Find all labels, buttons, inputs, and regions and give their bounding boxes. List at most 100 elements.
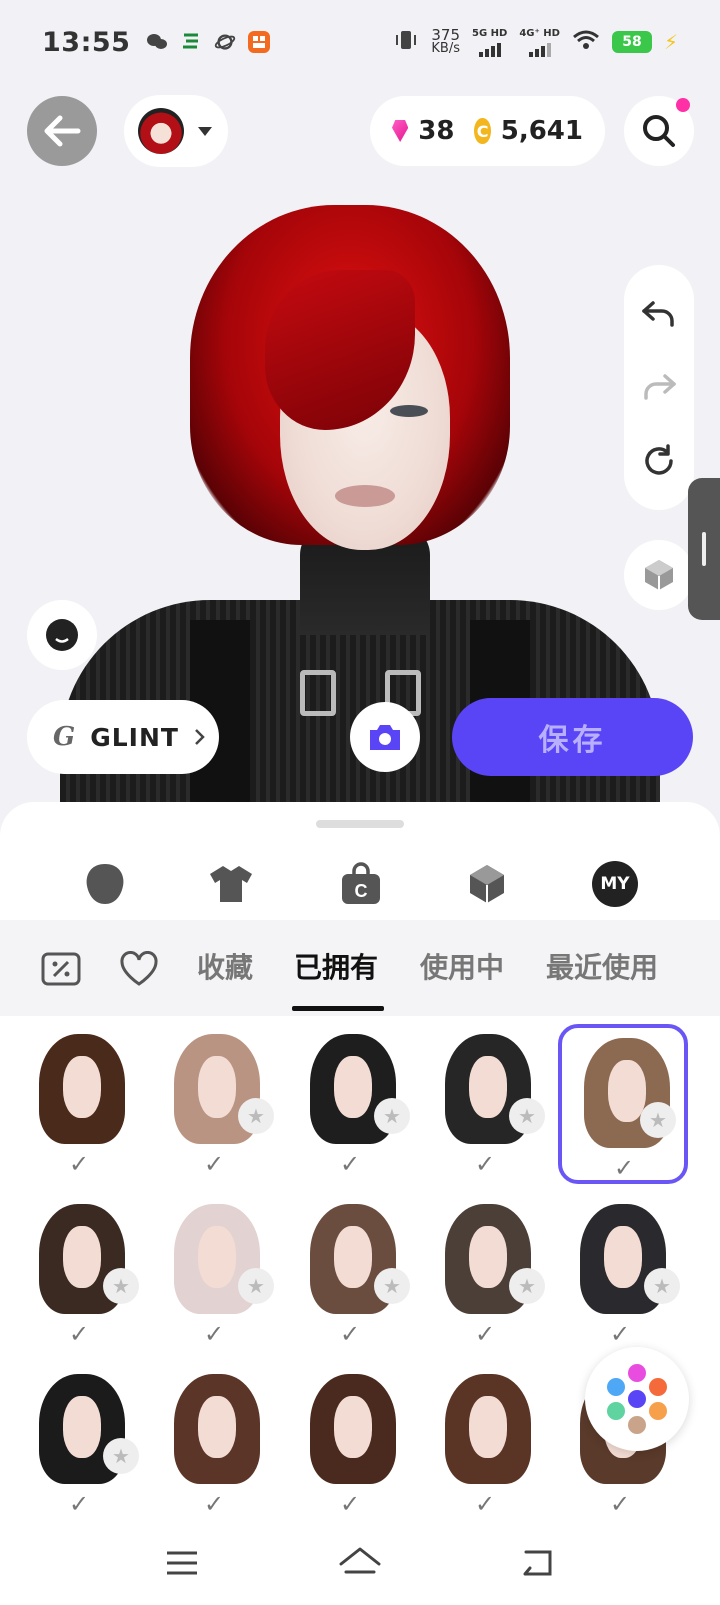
planet-app-icon [214, 31, 236, 53]
hair-thumbnail [39, 1034, 125, 1144]
favorite-star-icon[interactable]: ★ [238, 1098, 274, 1134]
home-button[interactable] [336, 1539, 384, 1587]
face-view-button[interactable] [27, 600, 97, 670]
mannequin-face [63, 1396, 101, 1458]
video-app-icon [248, 31, 271, 53]
save-button[interactable]: 保存 [452, 698, 693, 776]
favorite-star-icon[interactable]: ★ [509, 1268, 545, 1304]
tab-favorites[interactable]: 收藏 [197, 946, 253, 996]
hair-item[interactable]: ★ ✓ [558, 1024, 688, 1184]
tab-my[interactable]: MY [585, 854, 645, 914]
owned-check-icon: ✓ [614, 1154, 635, 1182]
hair-item[interactable]: ★ ✓ [152, 1024, 282, 1184]
chevron-right-icon [195, 729, 205, 745]
hair-item[interactable]: ★ ✓ [423, 1194, 553, 1354]
tab-recent[interactable]: 最近使用 [546, 946, 658, 996]
tab-3d[interactable] [457, 854, 517, 914]
hair-item[interactable]: ★ ✓ [288, 1024, 418, 1184]
hair-item[interactable]: ★ ✓ [423, 1024, 553, 1184]
tab-shop[interactable]: C [331, 854, 391, 914]
notification-dot [676, 98, 690, 112]
owned-check-icon: ✓ [69, 1490, 90, 1518]
mannequin-face [198, 1056, 236, 1118]
owned-check-icon: ✓ [340, 1150, 361, 1178]
side-drawer-handle[interactable] [688, 478, 720, 620]
owned-check-icon: ✓ [475, 1490, 496, 1518]
mannequin-face [469, 1226, 507, 1288]
status-time: 13:55 [42, 26, 131, 58]
currency-balance[interactable]: 38 C 5,641 [370, 96, 605, 166]
filter-like[interactable] [116, 946, 162, 992]
mannequin-face [198, 1396, 236, 1458]
avatar-switcher[interactable] [124, 95, 228, 167]
back-nav-button[interactable] [514, 1539, 562, 1587]
sim1-signal: 5G HD [472, 28, 507, 57]
hair-item[interactable]: ★ ✓ [17, 1364, 147, 1524]
owned-check-icon: ✓ [204, 1490, 225, 1518]
favorite-star-icon[interactable]: ★ [374, 1268, 410, 1304]
redo-icon [644, 374, 676, 401]
favorite-star-icon[interactable]: ★ [103, 1268, 139, 1304]
favorite-star-icon[interactable]: ★ [640, 1102, 676, 1138]
cube-icon [470, 865, 504, 903]
hair-item[interactable]: ✓ [17, 1024, 147, 1184]
favorite-star-icon[interactable]: ★ [238, 1268, 274, 1304]
favorite-star-icon[interactable]: ★ [644, 1268, 680, 1304]
mannequin-face [334, 1396, 372, 1458]
owned-check-icon: ✓ [204, 1320, 225, 1348]
back-button[interactable] [27, 96, 97, 166]
filter-discount[interactable] [38, 946, 84, 992]
hair-item[interactable]: ✓ [423, 1364, 553, 1524]
bag-icon: C [342, 862, 380, 904]
favorite-star-icon[interactable]: ★ [103, 1438, 139, 1474]
avatar [138, 108, 184, 154]
filter-bar: 收藏 已拥有 使用中 最近使用 [0, 920, 720, 1016]
hair-item[interactable]: ★ ✓ [288, 1194, 418, 1354]
tab-clothes[interactable] [201, 854, 261, 914]
view-3d-button[interactable] [624, 540, 694, 610]
return-icon [523, 1550, 552, 1575]
cube-icon [645, 560, 673, 590]
hair-thumbnail [445, 1374, 531, 1484]
gem-count: 38 [418, 116, 455, 146]
hair-item[interactable]: ★ ✓ [152, 1194, 282, 1354]
owned-check-icon: ✓ [475, 1320, 496, 1348]
tab-owned[interactable]: 已拥有 [294, 946, 378, 996]
hair-item[interactable]: ✓ [288, 1364, 418, 1524]
undo-icon [642, 301, 674, 327]
net-speed: 375 KB/s [431, 28, 460, 56]
wifi-icon [572, 29, 600, 55]
owned-check-icon: ✓ [610, 1320, 631, 1348]
search-button[interactable] [624, 96, 694, 166]
favorite-star-icon[interactable]: ★ [374, 1098, 410, 1134]
charging-icon: ⚡ [663, 30, 678, 54]
camera-icon [370, 725, 400, 750]
undo-button[interactable] [633, 288, 685, 340]
tab-head[interactable] [75, 854, 135, 914]
head-icon [86, 864, 124, 904]
glint-button[interactable]: G GLINT [27, 700, 219, 774]
character-lips [335, 485, 395, 507]
menu-button[interactable] [158, 1539, 206, 1587]
hair-thumbnail [310, 1374, 396, 1484]
shirt-icon [210, 866, 252, 902]
svg-text:C: C [355, 881, 368, 901]
reset-icon [645, 444, 673, 475]
hair-item[interactable]: ★ ✓ [17, 1194, 147, 1354]
hair-item[interactable]: ★ ✓ [558, 1194, 688, 1354]
color-palette-button[interactable] [585, 1347, 689, 1451]
camera-button[interactable] [350, 702, 420, 772]
hair-item[interactable]: ✓ [152, 1364, 282, 1524]
hair-thumbnail [174, 1374, 260, 1484]
arrow-left-icon [44, 115, 81, 147]
status-right: 375 KB/s 5G HD 4G⁺ HD 58 ⚡ [393, 28, 678, 57]
coin-count: 5,641 [500, 116, 583, 146]
owned-check-icon: ✓ [610, 1490, 631, 1518]
favorite-star-icon[interactable]: ★ [509, 1098, 545, 1134]
battery-indicator: 58 [611, 31, 652, 53]
owned-check-icon: ✓ [475, 1150, 496, 1178]
redo-button[interactable] [633, 361, 685, 413]
tab-in-use[interactable]: 使用中 [420, 946, 504, 996]
sheet-grabber[interactable] [316, 820, 404, 828]
reset-button[interactable] [633, 435, 685, 487]
